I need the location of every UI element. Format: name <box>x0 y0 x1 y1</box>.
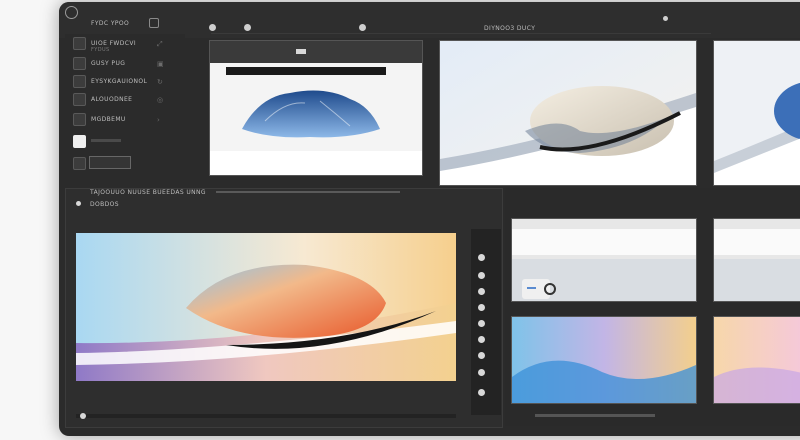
folder-icon <box>73 93 86 106</box>
play-button-icon[interactable] <box>209 24 216 31</box>
sidebar: UIOE FWDCVI FYDUS ⤢ GUSY PUG ▣ EYSYKGAUI… <box>65 34 185 184</box>
control-dot-2-icon[interactable] <box>478 272 485 279</box>
sidebar-item-2[interactable]: GUSY PUG ▣ <box>73 56 183 70</box>
grid-thumb-strip <box>512 229 696 255</box>
control-dot-9-icon[interactable] <box>478 389 485 396</box>
right-grid-panel <box>505 188 800 426</box>
control-strip <box>471 229 501 415</box>
preview-title: DOBDOS <box>90 201 120 208</box>
app-logo-icon[interactable] <box>65 6 78 19</box>
project-label: FYDC YPOO <box>91 20 130 27</box>
expand-icon[interactable]: ⤢ <box>157 40 163 49</box>
grid-thumb-shade <box>714 259 800 301</box>
image-icon <box>73 57 86 70</box>
sidebar-item-label: MGDBEMU <box>91 116 126 123</box>
sidebar-item-label: UIOE FWDCVI <box>91 40 137 47</box>
grid-scroll-bar[interactable] <box>535 414 655 417</box>
record-button-icon[interactable] <box>244 24 251 31</box>
add-icon <box>73 157 86 170</box>
grid-thumb-4[interactable] <box>713 316 800 404</box>
sidebar-input[interactable] <box>89 156 131 169</box>
grid-thumb-1[interactable] <box>511 218 697 302</box>
thumbnail-mountain[interactable] <box>209 40 423 176</box>
mountain-illustration <box>210 90 422 175</box>
panel-header-bar <box>216 191 400 193</box>
main-panel: TAJOOUUO NUUSE BUEEDAS UNNG DOBDOS <box>65 188 503 428</box>
sidebar-item-label: GUSY PUG <box>91 60 126 67</box>
sidebar-item-bar <box>91 139 121 142</box>
header-center-label: DIYNOO3 DUCY <box>484 25 536 32</box>
grid-thumb-3[interactable] <box>511 316 697 404</box>
control-dot-3-icon[interactable] <box>478 288 485 295</box>
sidebar-item-4[interactable]: ALOUODNEE ◎ <box>73 92 183 106</box>
app-window: FYDC YPOO DIYNOO3 DUCY UIOE FWDCVI FYDUS… <box>59 2 800 436</box>
control-dot-8-icon[interactable] <box>478 369 485 376</box>
close-dot-icon[interactable] <box>663 16 668 21</box>
partial-illustration <box>714 82 800 185</box>
sidebar-item-7[interactable] <box>73 156 183 170</box>
control-dot-7-icon[interactable] <box>478 352 485 359</box>
preview-timeline-bar[interactable] <box>76 414 456 418</box>
target-icon[interactable]: ◎ <box>157 96 163 104</box>
chevron-icon[interactable]: › <box>157 116 160 124</box>
thumbnail-sculpture[interactable] <box>439 40 697 186</box>
control-dot-6-icon[interactable] <box>478 336 485 343</box>
toolbar-separator <box>211 33 711 34</box>
sidebar-item-3[interactable]: EYSYKGAUIONOL ↻ <box>73 74 183 88</box>
grid-wave-illustration-2 <box>714 317 800 403</box>
control-dot-1-icon[interactable] <box>478 254 485 261</box>
abstract-wave-illustration <box>76 233 456 381</box>
info-button-icon[interactable] <box>359 24 366 31</box>
layer-icon <box>73 37 86 50</box>
timeline-start-dot-icon[interactable] <box>80 413 86 419</box>
control-dot-5-icon[interactable] <box>478 320 485 327</box>
sculpture-illustration <box>440 41 696 185</box>
top-bar: FYDC YPOO DIYNOO3 DUCY <box>59 2 800 38</box>
grid-thumb-circle-icon[interactable] <box>544 283 556 295</box>
sidebar-item-6[interactable] <box>73 134 183 148</box>
film-icon <box>73 75 86 88</box>
image-action-icon[interactable]: ▣ <box>157 60 164 68</box>
refresh-icon[interactable]: ↻ <box>157 78 163 86</box>
grid-thumb-2[interactable] <box>713 218 800 302</box>
grid-icon <box>73 113 86 126</box>
preview-frame[interactable] <box>76 233 456 381</box>
sidebar-item-sub: FYDUS <box>91 47 110 53</box>
sidebar-item-label: ALOUODNEE <box>91 96 133 103</box>
control-dot-4-icon[interactable] <box>478 304 485 311</box>
sidebar-item-5[interactable]: MGDBEMU › <box>73 112 183 126</box>
grid-thumb-strip <box>714 229 800 255</box>
sidebar-item-1[interactable]: UIOE FWDCVI FYDUS ⤢ <box>73 36 183 53</box>
panel-header-label: TAJOOUUO NUUSE BUEEDAS UNNG <box>90 189 206 196</box>
sidebar-item-label: EYSYKGAUIONOL <box>91 78 148 85</box>
blank-icon <box>73 135 86 148</box>
panel-close-dot-icon[interactable] <box>76 201 81 206</box>
settings-icon[interactable] <box>149 18 159 28</box>
grid-wave-illustration <box>512 317 696 403</box>
thumbnail-partial[interactable] <box>713 40 800 186</box>
